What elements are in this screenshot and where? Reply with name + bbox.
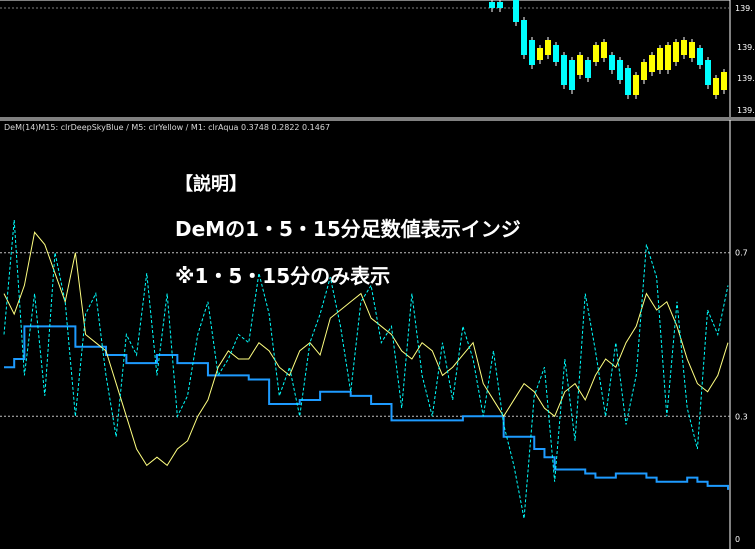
candle-body — [601, 42, 607, 58]
demarker-chart[interactable]: 0.7 0.3 0 — [0, 120, 755, 549]
candle-body — [713, 78, 719, 95]
overlay-line-1: DeMの1・5・15分足数値表示インジ — [175, 217, 521, 241]
price-chart[interactable]: 139. 139. 139. 139. — [0, 0, 755, 117]
candle-body — [665, 45, 671, 70]
candle-body — [609, 55, 615, 70]
candle-body — [569, 60, 575, 90]
candle-body — [553, 45, 559, 62]
candle-body — [721, 72, 727, 90]
candle-body — [697, 48, 703, 65]
candle-body — [593, 45, 599, 62]
overlay-line-2: ※1・5・15分のみ表示 — [175, 264, 391, 288]
candle-body — [521, 20, 527, 55]
price-axis-label: 139. — [737, 106, 755, 115]
candle-body — [577, 55, 583, 75]
price-axis-label: 139. — [737, 43, 755, 52]
candle-body — [625, 68, 631, 95]
candle-body — [673, 42, 679, 62]
indicator-pane[interactable]: 0.7 0.3 0 DeM(14)M15: clrDeepSkyBlue / M… — [0, 120, 755, 549]
level-label-upper: 0.7 — [735, 249, 748, 258]
candle-body — [545, 40, 551, 55]
candle-body — [641, 62, 647, 80]
overlay-title: 【説明】 — [175, 174, 247, 195]
candle-body — [649, 55, 655, 72]
candle-body — [537, 48, 543, 60]
candle-body — [681, 40, 687, 55]
candle-body — [529, 40, 535, 65]
indicator-header: DeM(14)M15: clrDeepSkyBlue / M5: clrYell… — [4, 123, 331, 132]
level-label-bottom: 0 — [735, 535, 740, 544]
series-line-m15 — [4, 325, 729, 490]
candle-body — [617, 60, 623, 80]
candle-body — [657, 48, 663, 70]
candle-body — [689, 42, 695, 58]
candle-body — [585, 60, 591, 78]
price-chart-pane[interactable]: 139. 139. 139. 139. — [0, 0, 755, 117]
price-axis-label: 139. — [735, 4, 753, 13]
candle-body — [561, 55, 567, 85]
candle-body — [633, 75, 639, 95]
candle-body — [489, 2, 495, 8]
candle-body — [497, 2, 503, 8]
candle-body — [705, 60, 711, 85]
level-label-lower: 0.3 — [735, 412, 748, 421]
price-axis-label: 139. — [737, 74, 755, 83]
candle-body — [513, 0, 519, 22]
